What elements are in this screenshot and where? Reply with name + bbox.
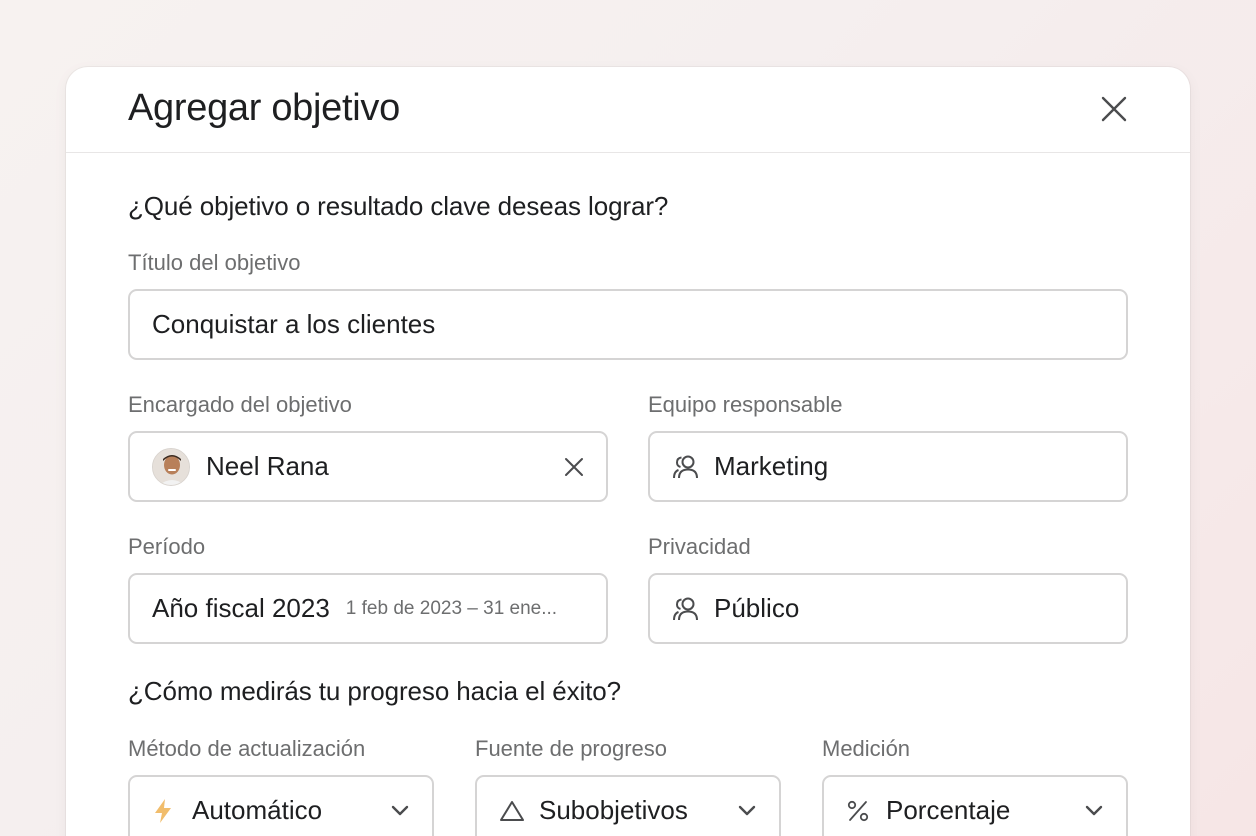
dialog-header: Agregar objetivo	[66, 67, 1190, 153]
dialog-title: Agregar objetivo	[128, 87, 400, 129]
goal-owner-field[interactable]: Neel Rana	[128, 431, 608, 502]
team-value: Marketing	[714, 451, 829, 481]
clear-owner-icon[interactable]	[564, 457, 584, 477]
period-value: Año fiscal 2023	[152, 593, 330, 623]
privacy-value: Público	[714, 593, 800, 623]
goal-owner-label: Encargado del objetivo	[128, 392, 352, 417]
chevron-down-icon	[737, 805, 757, 817]
privacy-field[interactable]: Público	[648, 573, 1128, 644]
goal-title-label: Título del objetivo	[128, 250, 301, 275]
avatar	[152, 447, 190, 486]
measurement-value: Porcentaje	[886, 795, 1011, 825]
measurement-select[interactable]: Porcentaje	[822, 775, 1128, 836]
goal-owner-value: Neel Rana	[206, 451, 329, 481]
period-field[interactable]: Año fiscal 2023 1 feb de 2023 – 31 ene..…	[128, 573, 608, 644]
triangle-icon	[499, 799, 525, 823]
team-field[interactable]: Marketing	[648, 431, 1128, 502]
period-label: Período	[128, 534, 206, 559]
team-icon	[672, 454, 700, 480]
goal-section-title: ¿Qué objetivo o resultado clave deseas l…	[128, 191, 669, 221]
close-button[interactable]	[1096, 91, 1132, 127]
chevron-down-icon	[1084, 805, 1104, 817]
goal-title-value: Conquistar a los clientes	[152, 309, 436, 339]
progress-section-title: ¿Cómo medirás tu progreso hacia el éxito…	[128, 676, 622, 706]
progress-source-select[interactable]: Subobjetivos	[475, 775, 781, 836]
chevron-down-icon	[390, 805, 410, 817]
update-method-value: Automático	[192, 795, 323, 825]
progress-source-label: Fuente de progreso	[475, 736, 668, 761]
lightning-icon	[152, 798, 174, 824]
percent-icon	[846, 799, 870, 823]
privacy-label: Privacidad	[648, 534, 751, 559]
update-method-select[interactable]: Automático	[128, 775, 434, 836]
team-label: Equipo responsable	[648, 392, 843, 417]
period-range: 1 feb de 2023 – 31 ene...	[345, 597, 558, 619]
add-goal-dialog: Agregar objetivo ¿Qué objetivo o resulta…	[66, 67, 1190, 836]
progress-source-value: Subobjetivos	[539, 795, 688, 825]
close-icon	[1100, 95, 1128, 123]
goal-title-input[interactable]: Conquistar a los clientes	[128, 289, 1128, 360]
team-icon	[672, 596, 700, 622]
measurement-label: Medición	[822, 736, 911, 761]
update-method-label: Método de actualización	[128, 736, 366, 761]
